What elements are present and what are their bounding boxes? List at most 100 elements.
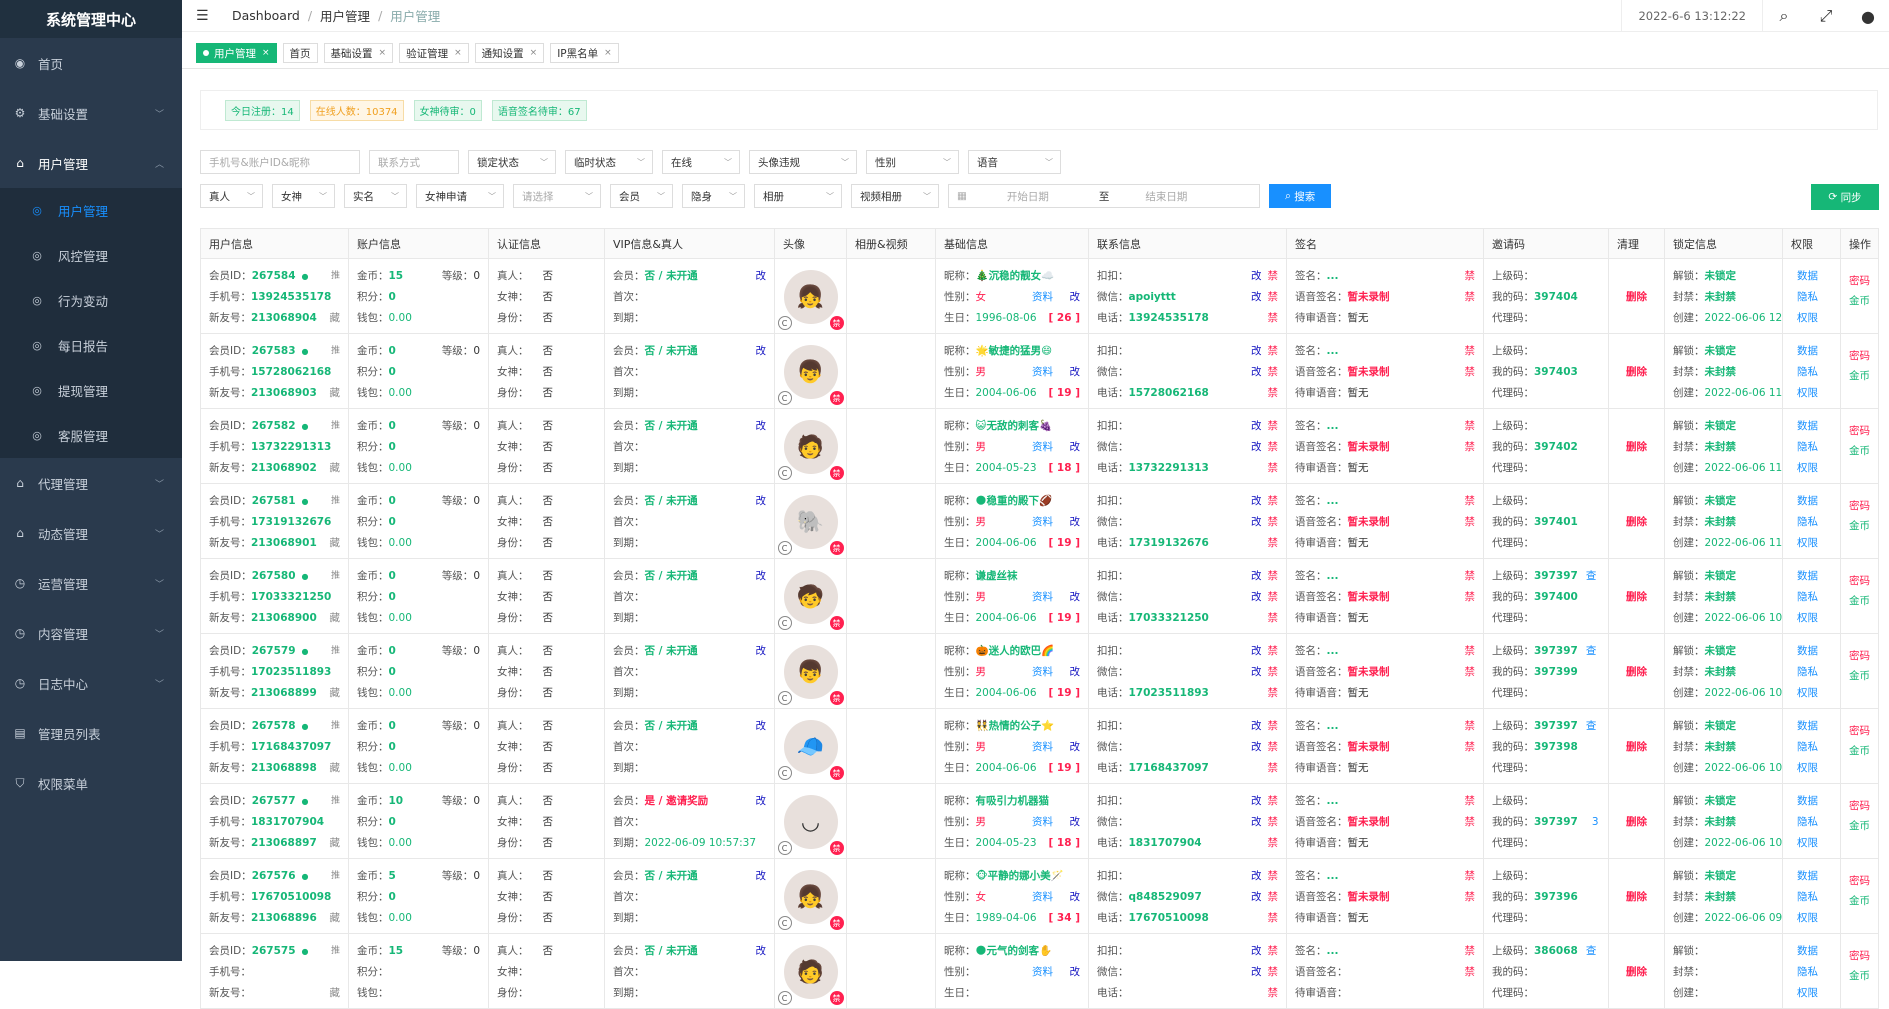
ban-link[interactable]: 禁 [1465,720,1476,732]
ban-link[interactable]: 禁 [1465,795,1476,807]
ban-link[interactable]: 禁 [1465,291,1476,303]
password-button[interactable]: 密码 [1842,646,1878,666]
ban-link[interactable]: 禁 [1465,420,1476,432]
password-button[interactable]: 密码 [1842,496,1878,516]
filter-select[interactable]: 语音 ﹀ [968,150,1061,174]
password-button[interactable]: 密码 [1842,346,1878,366]
coin-button[interactable]: 金币 [1842,741,1878,761]
edit-link[interactable]: 改 [1251,720,1262,732]
avatar[interactable]: 🐘 C 禁 [777,495,844,555]
hide-link[interactable]: 藏 [330,608,341,629]
edit-link[interactable]: 改 [1251,420,1262,432]
tab-item[interactable]: 首页 [282,43,318,63]
privacy-link[interactable]: 隐私 [1797,437,1818,458]
breadcrumb-dashboard[interactable]: Dashboard [232,8,300,23]
avatar[interactable]: 👦 C 禁 [777,645,844,705]
edit-link[interactable]: 改 [1251,591,1262,603]
ban-avatar-icon[interactable]: 禁 [829,841,844,855]
ban-link[interactable]: 禁 [1268,270,1279,282]
ban-link[interactable]: 禁 [1465,666,1476,678]
hide-link[interactable]: 藏 [330,458,341,479]
sidebar-item-agent[interactable]: ⌂ 代理管理 ﹀ [0,458,182,508]
hide-link[interactable]: 藏 [330,308,341,329]
tab-item[interactable]: 用户管理 × [196,43,277,63]
tab-item[interactable]: 基础设置 × [323,43,394,63]
edit-link[interactable]: 改 [1251,495,1262,507]
ban-link[interactable]: 禁 [1268,795,1279,807]
close-icon[interactable]: × [262,48,270,58]
ban-link[interactable]: 禁 [1268,387,1279,399]
privacy-link[interactable]: 隐私 [1797,887,1818,908]
ban-link[interactable]: 禁 [1268,966,1279,978]
ban-link[interactable]: 禁 [1268,687,1279,699]
sidebar-subitem[interactable]: ◎ 行为变动 [0,278,182,323]
delete-button[interactable]: 删除 [1626,816,1647,828]
ban-link[interactable]: 禁 [1268,420,1279,432]
ban-link[interactable]: 禁 [1465,591,1476,603]
permission-link[interactable]: 权限 [1797,908,1818,929]
fullscreen-icon[interactable]: ⤢ [1805,6,1847,26]
delete-button[interactable]: 删除 [1626,891,1647,903]
avatar[interactable]: 👧 C 禁 [777,870,844,930]
filter-select[interactable]: 在线 ﹀ [662,150,740,174]
permission-link[interactable]: 权限 [1797,383,1818,404]
password-button[interactable]: 密码 [1842,271,1878,291]
coin-button[interactable]: 金币 [1842,591,1878,611]
sidebar-item-dynamic[interactable]: ⌂ 动态管理 ﹀ [0,508,182,558]
ban-link[interactable]: 禁 [1465,366,1476,378]
refresh-icon[interactable]: C [777,691,792,705]
edit-link[interactable]: 改 [1251,795,1262,807]
sidebar-subitem[interactable]: ◎ 客服管理 [0,413,182,458]
ban-link[interactable]: 禁 [1268,570,1279,582]
coin-button[interactable]: 金币 [1842,516,1878,536]
edit-link[interactable]: 改 [1251,816,1262,828]
filter-select[interactable]: 隐身 ﹀ [682,184,745,208]
filter-select[interactable]: 锁定状态 ﹀ [468,150,556,174]
ban-link[interactable]: 禁 [1268,645,1279,657]
ban-link[interactable]: 禁 [1268,816,1279,828]
breadcrumb-user-mgmt[interactable]: 用户管理 [320,6,370,25]
menu-toggle-icon[interactable]: ☰ [196,8,216,24]
ban-link[interactable]: 禁 [1268,891,1279,903]
edit-link[interactable]: 改 [756,270,767,282]
ban-link[interactable]: 禁 [1465,441,1476,453]
ban-link[interactable]: 禁 [1465,816,1476,828]
edit-link[interactable]: 改 [1251,366,1262,378]
password-button[interactable]: 密码 [1842,721,1878,741]
ban-avatar-icon[interactable]: 禁 [829,766,844,780]
permission-link[interactable]: 权限 [1797,533,1818,554]
coin-button[interactable]: 金币 [1842,966,1878,986]
filter-input[interactable]: 联系方式 [369,150,459,174]
edit-link[interactable]: 改 [1251,516,1262,528]
edit-link[interactable]: 改 [1251,270,1262,282]
permission-link[interactable]: 权限 [1797,308,1818,329]
hide-link[interactable]: 藏 [330,983,341,1004]
ban-link[interactable]: 禁 [1268,837,1279,849]
ban-link[interactable]: 禁 [1465,570,1476,582]
sidebar-item-permission[interactable]: ⛉ 权限菜单 [0,758,182,808]
refresh-icon[interactable]: C [777,766,792,780]
ban-link[interactable]: 禁 [1268,441,1279,453]
password-button[interactable]: 密码 [1842,571,1878,591]
delete-button[interactable]: 删除 [1626,516,1647,528]
check-link[interactable]: 查 [1586,566,1597,587]
coin-button[interactable]: 金币 [1842,291,1878,311]
privacy-link[interactable]: 隐私 [1797,962,1818,983]
data-link[interactable]: 数据 [1797,266,1818,287]
ban-link[interactable]: 禁 [1268,345,1279,357]
ban-avatar-icon[interactable]: 禁 [829,391,844,405]
sidebar-item-users[interactable]: ⌂ 用户管理 ︿ [0,138,182,188]
sidebar-subitem[interactable]: ◎ 风控管理 [0,233,182,278]
edit-link[interactable]: 改 [1070,966,1081,978]
close-icon[interactable]: × [379,48,387,58]
ban-link[interactable]: 禁 [1465,966,1476,978]
filter-select[interactable]: 女神申请 ﹀ [416,184,504,208]
edit-link[interactable]: 改 [1251,870,1262,882]
ban-link[interactable]: 禁 [1465,945,1476,957]
delete-button[interactable]: 删除 [1626,741,1647,753]
profile-link[interactable]: 资料 [1032,362,1053,383]
edit-link[interactable]: 改 [756,795,767,807]
delete-button[interactable]: 删除 [1626,666,1647,678]
date-range-picker[interactable]: ▦ 开始日期 至 结束日期 [948,184,1260,208]
avatar[interactable]: 🧢 C 禁 [777,720,844,780]
